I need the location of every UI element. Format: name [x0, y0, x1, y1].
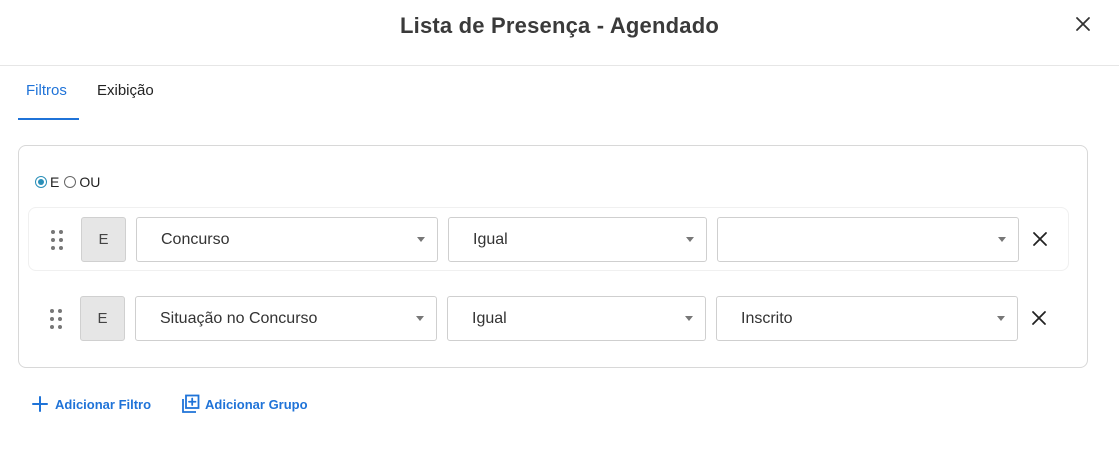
- remove-icon[interactable]: [1032, 231, 1048, 247]
- add-group-icon: [182, 394, 200, 413]
- drag-handle-icon[interactable]: [51, 230, 65, 250]
- logic-selector: E OU: [35, 173, 105, 191]
- add-group-label: Adicionar Grupo: [205, 396, 308, 412]
- tab-filtros[interactable]: Filtros: [26, 82, 67, 99]
- radio-or-label: OU: [79, 174, 101, 190]
- chevron-down-icon: [997, 316, 1005, 321]
- add-group-button[interactable]: Adicionar Grupo: [180, 394, 308, 414]
- operator-badge[interactable]: E: [81, 217, 126, 262]
- dialog-title: Lista de Presença - Agendado: [400, 13, 719, 38]
- operator-badge[interactable]: E: [80, 296, 125, 341]
- value-select-value: Inscrito: [741, 310, 793, 327]
- active-tab-indicator: [18, 118, 79, 120]
- field-select-value: Concurso: [161, 231, 230, 248]
- radio-and[interactable]: [35, 176, 47, 188]
- radio-or[interactable]: [64, 176, 77, 188]
- close-icon[interactable]: [1072, 13, 1094, 35]
- dialog-header: Lista de Presença - Agendado: [0, 0, 1119, 66]
- value-select[interactable]: Inscrito: [716, 296, 1018, 341]
- plus-icon: [32, 396, 48, 412]
- filter-row: E Concurso Igual: [28, 207, 1069, 271]
- value-select[interactable]: [717, 217, 1019, 262]
- chevron-down-icon: [417, 237, 425, 242]
- comparison-select[interactable]: Igual: [448, 217, 707, 262]
- drag-handle-icon[interactable]: [50, 309, 64, 329]
- comparison-select-value: Igual: [473, 231, 508, 248]
- chevron-down-icon: [685, 316, 693, 321]
- remove-icon[interactable]: [1031, 310, 1047, 326]
- radio-and-label: E: [50, 174, 60, 190]
- add-filter-label: Adicionar Filtro: [55, 396, 152, 412]
- comparison-select[interactable]: Igual: [447, 296, 706, 341]
- field-select[interactable]: Situação no Concurso: [135, 296, 437, 341]
- tab-exibicao[interactable]: Exibição: [97, 82, 154, 99]
- field-select-value: Situação no Concurso: [160, 310, 318, 327]
- chevron-down-icon: [416, 316, 424, 321]
- chevron-down-icon: [998, 237, 1006, 242]
- comparison-select-value: Igual: [472, 310, 507, 327]
- filter-group-panel: E OU E Concurso Igual E Situação no Conc…: [18, 145, 1088, 368]
- chevron-down-icon: [686, 237, 694, 242]
- filter-row: E Situação no Concurso Igual Inscrito: [28, 287, 1069, 351]
- field-select[interactable]: Concurso: [136, 217, 438, 262]
- add-filter-button[interactable]: Adicionar Filtro: [30, 394, 151, 414]
